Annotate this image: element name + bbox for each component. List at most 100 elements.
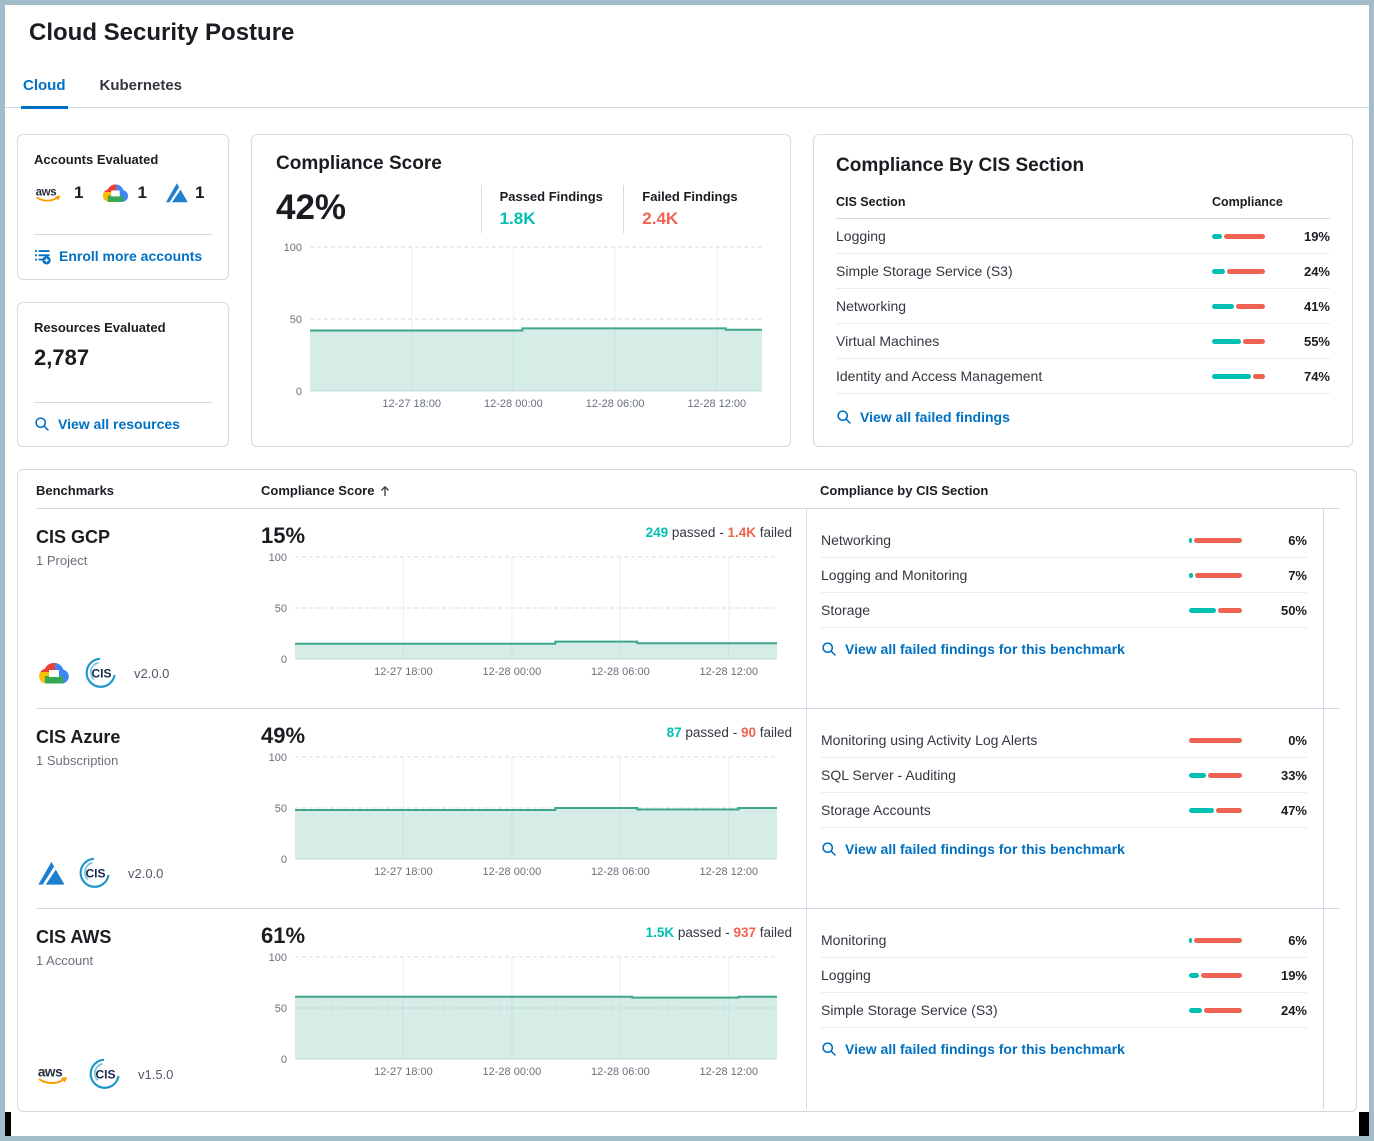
benchmarks-table-card: Benchmarks Compliance Score Compliance b… bbox=[17, 469, 1357, 1112]
compliance-cell: 55% bbox=[1212, 334, 1330, 349]
view-benchmark-failed-findings-link[interactable]: View all failed findings for this benchm… bbox=[821, 641, 1125, 657]
benchmark-row-cis-azure: CIS Azure 1 Subscription v2.0.0 49% 87 p… bbox=[36, 709, 1340, 909]
gcp-logo-icon bbox=[100, 182, 131, 204]
view-all-resources-link[interactable]: View all resources bbox=[34, 416, 212, 432]
cloud-security-posture-dashboard: Cloud Security Posture Cloud Kubernetes … bbox=[0, 0, 1374, 1141]
failed-count: 937 bbox=[733, 925, 756, 940]
view-all-failed-findings-link[interactable]: View all failed findings bbox=[836, 409, 1010, 425]
benchmark-cell: CIS Azure 1 Subscription v2.0.0 bbox=[36, 709, 261, 908]
compliance-score-column-header[interactable]: Compliance Score bbox=[261, 483, 806, 498]
cis-section-name: Networking bbox=[836, 298, 906, 314]
benchmark-trend-chart: 12-27 18:0012-28 00:0012-28 06:0012-28 1… bbox=[261, 751, 783, 881]
azure-count-value: 1 bbox=[195, 183, 204, 203]
compliance-bar bbox=[1212, 269, 1265, 274]
benchmark-logos: v1.5.0 bbox=[36, 1057, 251, 1091]
compliance-percent: 6% bbox=[1288, 933, 1307, 948]
gcp-logo-icon bbox=[36, 660, 72, 686]
cis-section-row: Storage Accounts 47% bbox=[821, 793, 1307, 828]
screenshot-black-strip-right bbox=[1359, 1112, 1369, 1141]
azure-account-count: 1 bbox=[164, 180, 204, 205]
overall-compliance-score: 42% bbox=[276, 185, 481, 233]
benchmark-score: 15% bbox=[261, 523, 305, 549]
cis-section-row: Networking 41% bbox=[836, 289, 1330, 324]
compliance-bar bbox=[1189, 738, 1242, 743]
svg-text:12-28 00:00: 12-28 00:00 bbox=[484, 398, 543, 410]
benchmark-name: CIS AWS bbox=[36, 927, 251, 948]
compliance-bar bbox=[1189, 608, 1242, 613]
svg-text:0: 0 bbox=[281, 1054, 287, 1066]
compliance-cell: 41% bbox=[1212, 299, 1330, 314]
page-title: Cloud Security Posture bbox=[29, 19, 1357, 47]
compliance-percent: 41% bbox=[1304, 299, 1330, 314]
tab-kubernetes[interactable]: Kubernetes bbox=[98, 77, 185, 107]
compliance-score-title: Compliance Score bbox=[276, 153, 766, 175]
resources-count: 2,787 bbox=[34, 345, 212, 371]
aws-logo-icon bbox=[34, 183, 68, 203]
cis-section-name: SQL Server - Auditing bbox=[821, 767, 956, 783]
svg-text:0: 0 bbox=[296, 386, 302, 398]
view-all-resources-label: View all resources bbox=[58, 416, 180, 432]
benchmark-row-cis-aws: CIS AWS 1 Account v1.5.0 61% 1.5K passed… bbox=[36, 909, 1340, 1109]
resources-evaluated-card: Resources Evaluated 2,787 View all resou… bbox=[17, 302, 229, 448]
view-benchmark-failed-findings-link[interactable]: View all failed findings for this benchm… bbox=[821, 1041, 1125, 1057]
search-icon bbox=[821, 841, 837, 857]
compliance-cell: 19% bbox=[1212, 229, 1330, 244]
benchmark-version: v1.5.0 bbox=[138, 1067, 173, 1082]
svg-text:12-28 00:00: 12-28 00:00 bbox=[483, 1066, 542, 1078]
passed-failed-summary: 87 passed - 90 failed bbox=[667, 725, 792, 740]
svg-text:12-28 00:00: 12-28 00:00 bbox=[483, 666, 542, 678]
cis-logo-icon bbox=[78, 856, 112, 890]
benchmarks-table-header: Benchmarks Compliance Score Compliance b… bbox=[36, 470, 1340, 509]
svg-text:50: 50 bbox=[275, 603, 287, 615]
benchmark-trend-chart: 12-27 18:0012-28 00:0012-28 06:0012-28 1… bbox=[261, 551, 783, 681]
azure-logo-icon bbox=[164, 180, 189, 205]
compliance-by-cis-section-card: Compliance By CIS Section CIS Section Co… bbox=[813, 134, 1353, 447]
search-icon bbox=[821, 641, 837, 657]
compliance-percent: 47% bbox=[1281, 803, 1307, 818]
compliance-percent: 0% bbox=[1288, 733, 1307, 748]
compliance-bar bbox=[1189, 973, 1242, 978]
svg-text:12-28 12:00: 12-28 12:00 bbox=[699, 1066, 758, 1078]
cis-section-row: Logging and Monitoring 7% bbox=[821, 558, 1307, 593]
benchmark-trend-chart: 12-27 18:0012-28 00:0012-28 06:0012-28 1… bbox=[261, 951, 783, 1081]
aws-account-count: 1 bbox=[34, 183, 83, 203]
compliance-score-cell: 15% 249 passed - 1.4K failed 12-27 18:00… bbox=[261, 509, 806, 708]
cis-section-name: Logging bbox=[821, 967, 871, 983]
compliance-cell: 74% bbox=[1212, 369, 1330, 384]
cis-section-card-title: Compliance By CIS Section bbox=[836, 155, 1330, 177]
view-benchmark-failed-findings-link[interactable]: View all failed findings for this benchm… bbox=[821, 841, 1125, 857]
compliance-bar bbox=[1189, 1008, 1242, 1013]
passed-findings-stat: Passed Findings 1.8K bbox=[481, 185, 624, 233]
benchmark-logos: v2.0.0 bbox=[36, 656, 251, 690]
compliance-score-trend-chart: 12-27 18:0012-28 00:0012-28 06:0012-28 1… bbox=[276, 241, 768, 413]
svg-text:12-27 18:00: 12-27 18:00 bbox=[374, 866, 433, 878]
passed-count: 87 bbox=[667, 725, 682, 740]
list-add-icon bbox=[34, 248, 51, 265]
cis-section-name: Identity and Access Management bbox=[836, 368, 1042, 384]
cis-section-name: Logging and Monitoring bbox=[821, 567, 967, 583]
svg-text:12-28 12:00: 12-28 12:00 bbox=[699, 866, 758, 878]
benchmark-subtitle: 1 Account bbox=[36, 953, 251, 968]
svg-text:100: 100 bbox=[269, 952, 287, 964]
benchmark-cell: CIS GCP 1 Project v2.0.0 bbox=[36, 509, 261, 708]
passed-count: 249 bbox=[646, 525, 669, 540]
cis-section-column-header: CIS Section bbox=[836, 195, 905, 209]
tab-bar: Cloud Kubernetes bbox=[5, 77, 1369, 108]
failed-count: 90 bbox=[741, 725, 756, 740]
svg-text:50: 50 bbox=[275, 803, 287, 815]
compliance-bar bbox=[1212, 374, 1265, 379]
cis-section-row: Identity and Access Management 74% bbox=[836, 359, 1330, 394]
passed-failed-summary: 249 passed - 1.4K failed bbox=[646, 525, 792, 540]
compliance-bar bbox=[1189, 938, 1242, 943]
svg-text:12-28 12:00: 12-28 12:00 bbox=[687, 398, 746, 410]
resources-evaluated-title: Resources Evaluated bbox=[34, 320, 212, 335]
failed-suffix-text: failed bbox=[756, 525, 792, 540]
cis-section-row: Monitoring using Activity Log Alerts 0% bbox=[821, 723, 1307, 758]
cis-section-name: Simple Storage Service (S3) bbox=[821, 1002, 998, 1018]
accounts-evaluated-card: Accounts Evaluated 1 1 1 bbox=[17, 134, 229, 280]
enroll-more-accounts-link[interactable]: Enroll more accounts bbox=[34, 248, 212, 265]
benchmark-score: 49% bbox=[261, 723, 305, 749]
compliance-bar bbox=[1212, 339, 1265, 344]
tab-cloud[interactable]: Cloud bbox=[21, 77, 68, 109]
page-header: Cloud Security Posture bbox=[5, 5, 1369, 47]
